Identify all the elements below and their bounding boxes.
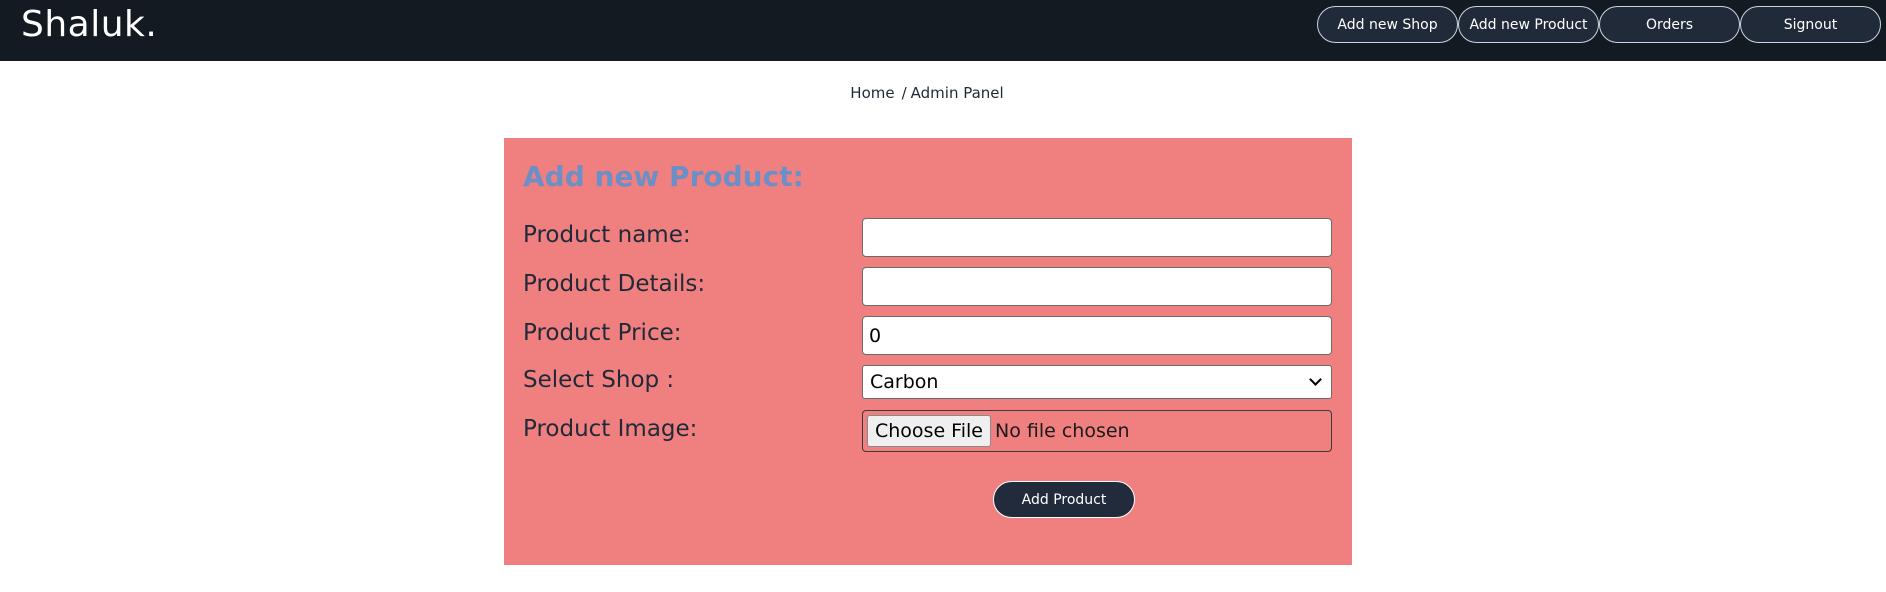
add-product-button[interactable]: Add Product: [993, 481, 1135, 518]
breadcrumb-home-link[interactable]: Home: [850, 84, 894, 102]
product-details-label: Product Details:: [523, 271, 706, 297]
shop-select-value: Carbon: [870, 371, 939, 393]
breadcrumb: Home / Admin Panel: [0, 84, 1854, 102]
product-price-label: Product Price:: [523, 320, 682, 346]
add-new-shop-button[interactable]: Add new Shop: [1317, 6, 1458, 43]
product-image-file-input[interactable]: Choose File No file chosen: [862, 410, 1332, 452]
product-name-input[interactable]: [862, 218, 1332, 257]
signout-button[interactable]: Signout: [1740, 6, 1881, 43]
add-new-product-button[interactable]: Add new Product: [1458, 6, 1599, 43]
breadcrumb-current: Admin Panel: [910, 84, 1004, 102]
top-navbar: Shaluk. Add new Shop Add new Product Ord…: [0, 0, 1886, 61]
product-image-label: Product Image:: [523, 416, 698, 442]
file-status-text: No file chosen: [994, 420, 1130, 442]
product-name-label: Product name:: [523, 222, 691, 248]
breadcrumb-separator: /: [901, 84, 907, 102]
add-product-form: Add new Product: Product name: Product D…: [504, 138, 1352, 565]
select-shop-label: Select Shop :: [523, 367, 675, 393]
choose-file-button[interactable]: Choose File: [867, 415, 991, 447]
brand-logo[interactable]: Shaluk.: [21, 0, 157, 50]
form-title: Add new Product:: [523, 160, 804, 193]
orders-button[interactable]: Orders: [1599, 6, 1740, 43]
nav-buttons: Add new Shop Add new Product Orders Sign…: [1317, 6, 1881, 43]
product-details-input[interactable]: [862, 267, 1332, 306]
product-price-input[interactable]: 0: [862, 316, 1332, 355]
shop-select[interactable]: Carbon: [862, 365, 1332, 399]
chevron-down-icon: [1309, 373, 1322, 386]
